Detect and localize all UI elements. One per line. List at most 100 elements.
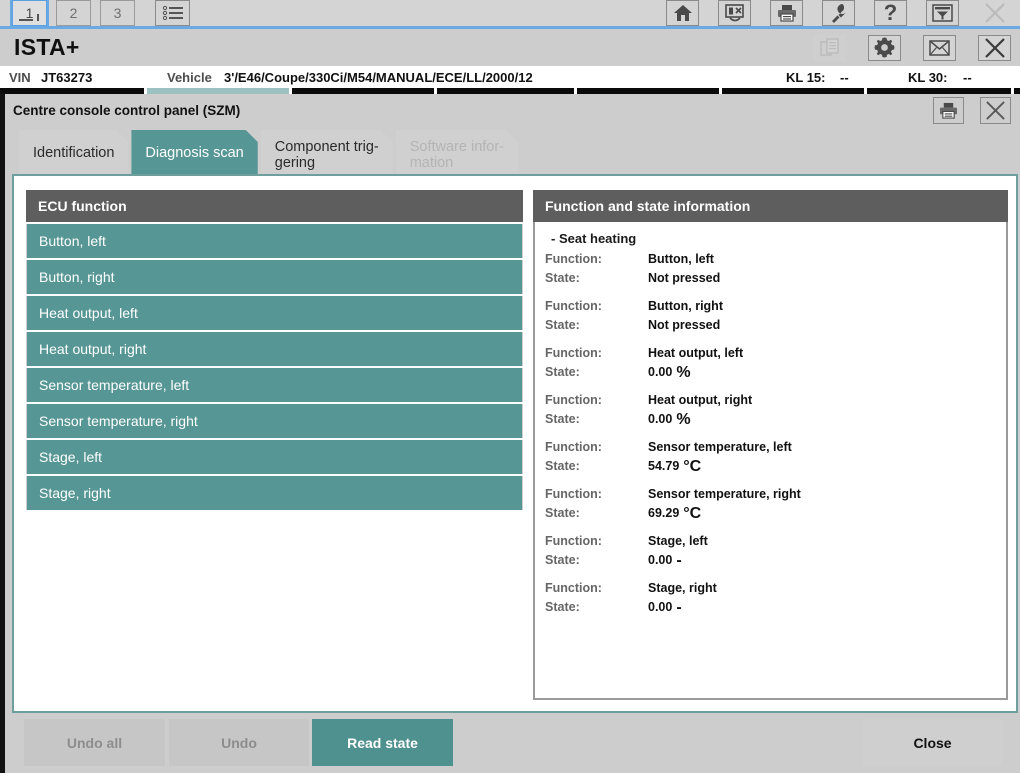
function-label: Function: <box>545 393 602 407</box>
close-icon <box>985 100 1006 121</box>
print-icon <box>939 102 958 119</box>
mail-icon <box>929 39 950 56</box>
header-actions <box>813 34 1020 61</box>
kl30-value: -- <box>963 70 972 85</box>
header-close-button[interactable] <box>978 34 1011 61</box>
state-row: State: 54.79 °C <box>545 457 1006 476</box>
application-header: ISTA+ <box>0 29 1020 66</box>
function-row: Function: Sensor temperature, left <box>545 438 1006 457</box>
function-state-entry: Function: Button, left State: Not pressed <box>545 250 1006 288</box>
state-label: State: <box>545 600 580 614</box>
state-label: State: <box>545 553 580 567</box>
numbered-tab-1-label: 1 <box>25 5 34 21</box>
numbered-tab-3[interactable]: 3 <box>100 0 135 26</box>
tab-diagnosis-scan[interactable]: Diagnosis scan <box>131 130 257 176</box>
state-value: 0.00 <box>648 412 673 426</box>
function-value: Heat output, left <box>648 346 744 360</box>
function-value: Sensor temperature, left <box>648 440 792 454</box>
function-state-entry: Function: Sensor temperature, right State:… <box>545 485 1006 523</box>
ecu-function-row[interactable]: Heat output, left <box>26 296 523 330</box>
function-value: Heat output, right <box>648 393 753 407</box>
state-label: State: <box>545 318 580 332</box>
close-icon <box>984 37 1006 59</box>
dialog-close-button[interactable] <box>980 97 1011 124</box>
tab-component-triggering-label-line2: gering <box>274 155 316 171</box>
state-value: 0.00 <box>648 553 673 567</box>
state-row: State: Not pressed <box>545 316 1006 335</box>
function-state-panel: Function and state information - Seat he… <box>533 190 1008 700</box>
settings-button[interactable] <box>868 34 901 61</box>
vehicle-label: Vehicle <box>167 70 212 85</box>
function-state-entry: Function: Heat output, right State: 0.00% <box>545 391 1006 429</box>
ecu-function-row[interactable]: Sensor temperature, right <box>26 404 523 438</box>
ecu-function-panel: ECU function Button, left Button, right He… <box>26 190 523 510</box>
tab-software-information-label-line2: mation <box>409 155 454 171</box>
read-state-button[interactable]: Read state <box>312 719 453 766</box>
ecu-function-row-label: Heat output, left <box>39 305 138 321</box>
numbered-tab-2[interactable]: 2 <box>56 0 91 26</box>
function-row: Function: Button, left <box>545 250 1006 269</box>
function-value: Button, right <box>648 299 723 313</box>
function-state-header: Function and state information <box>533 190 1008 222</box>
function-row: Function: Button, right <box>545 297 1006 316</box>
ecu-function-row[interactable]: Sensor temperature, left <box>26 368 523 402</box>
help-button[interactable]: ? <box>874 0 907 26</box>
copy-document-button[interactable] <box>813 34 846 61</box>
filter-table-button[interactable] <box>926 0 959 26</box>
ecu-function-row[interactable]: Heat output, right <box>26 332 523 366</box>
dialog-footer: Undo all Undo Read state Close <box>5 719 1020 773</box>
application-title: ISTA+ <box>14 34 80 60</box>
list-view-icon <box>162 5 184 21</box>
service-button[interactable] <box>822 0 855 26</box>
home-button[interactable] <box>666 0 699 26</box>
state-label: State: <box>545 459 580 473</box>
filter-table-icon <box>932 4 953 22</box>
function-value: Stage, right <box>648 581 717 595</box>
state-label: State: <box>545 506 580 520</box>
tab-component-triggering[interactable]: Component trig- gering <box>261 130 393 176</box>
undo-all-button[interactable]: Undo all <box>24 719 165 766</box>
ecu-function-row[interactable]: Stage, left <box>26 440 523 474</box>
dialog-content-area: ECU function Button, left Button, right He… <box>12 174 1018 713</box>
function-state-entry: Function: Stage, right State: 0.00- <box>545 579 1006 617</box>
state-value: 0.00 <box>648 600 673 614</box>
ecu-function-row[interactable]: Button, right <box>26 260 523 294</box>
state-unit: % <box>676 411 691 428</box>
undo-button[interactable]: Undo <box>169 719 309 766</box>
vehicle-info-bar: VIN JT63273 Vehicle 3'/E46/Coupe/330Ci/M… <box>0 66 1020 88</box>
ecu-function-row-label: Sensor temperature, right <box>39 413 198 429</box>
function-state-entry: Function: Button, right State: Not pressed <box>545 297 1006 335</box>
state-value: Not pressed <box>648 318 721 332</box>
tab-identification-label: Identification <box>33 144 115 161</box>
state-unit: % <box>676 364 691 381</box>
numbered-tab-2-label: 2 <box>69 5 78 21</box>
state-row: State: 0.00% <box>545 410 1006 429</box>
tab-software-information-label-line1: Software infor- <box>409 138 505 155</box>
mail-button[interactable] <box>923 34 956 61</box>
function-state-body: - Seat heating Function: Button, left Stat… <box>533 222 1008 700</box>
dialog-title-actions <box>933 97 1020 124</box>
state-unit: °C <box>683 505 702 522</box>
close-vehicle-button[interactable] <box>718 0 751 26</box>
state-row: State: 0.00- <box>545 551 1006 570</box>
ecu-function-list: Button, left Button, right Heat output, le… <box>26 224 523 510</box>
list-view-button[interactable] <box>155 0 190 26</box>
print-button[interactable] <box>770 0 803 26</box>
ecu-function-row[interactable]: Stage, right <box>26 476 523 510</box>
ecu-function-row-label: Stage, right <box>39 485 111 501</box>
ecu-function-row[interactable]: Button, left <box>26 224 523 258</box>
close-button[interactable]: Close <box>862 719 1003 766</box>
ecu-function-row-label: Heat output, right <box>39 341 147 357</box>
numbered-tab-1[interactable]: 1 <box>12 0 47 26</box>
top-close-button[interactable] <box>978 0 1011 26</box>
function-label: Function: <box>545 346 602 360</box>
state-row: State: 0.00% <box>545 363 1006 382</box>
dialog-tab-row: Identification Diagnosis scan Component … <box>19 130 518 176</box>
copy-document-icon <box>819 37 840 58</box>
state-label: State: <box>545 271 580 285</box>
state-unit: °C <box>683 458 702 475</box>
tab-component-triggering-label-line1: Component trig- <box>274 138 379 155</box>
function-value: Stage, left <box>648 534 708 548</box>
tab-identification[interactable]: Identification <box>19 130 128 176</box>
dialog-print-button[interactable] <box>933 97 964 124</box>
